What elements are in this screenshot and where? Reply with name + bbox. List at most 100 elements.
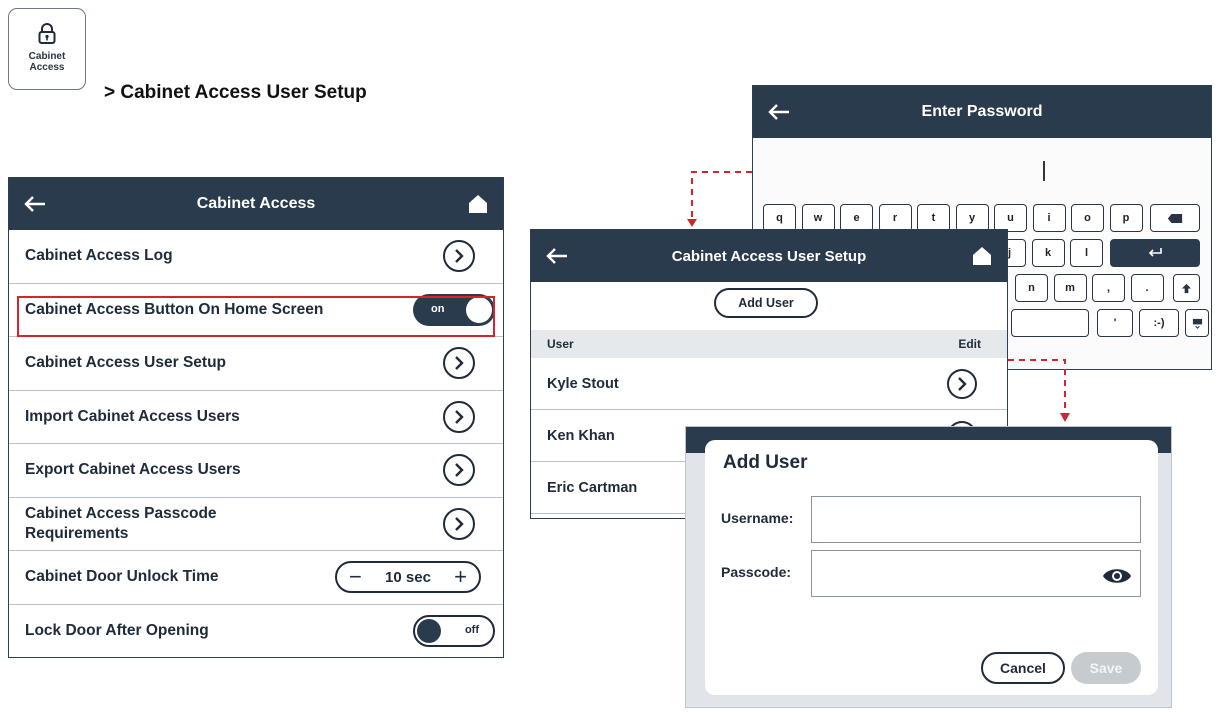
connector-to-user-setup (691, 171, 752, 218)
passcode-label: Passcode: (721, 564, 792, 580)
column-edit: Edit (958, 337, 981, 351)
key-i[interactable]: i (1032, 204, 1066, 232)
chevron-right-icon (958, 376, 967, 391)
username-field[interactable] (811, 496, 1141, 543)
toggle-state-label: off (464, 624, 479, 637)
user-setup-header: Cabinet Access User Setup (531, 230, 1007, 282)
show-passcode-eye-icon[interactable] (1102, 566, 1132, 586)
key-apostrophe[interactable]: ' (1097, 309, 1133, 337)
username-label: Username: (721, 510, 794, 526)
cabinet-access-title: Cabinet Access (196, 195, 316, 212)
key-p[interactable]: p (1109, 204, 1143, 232)
key-n[interactable]: n (1015, 274, 1048, 302)
settings-row-label: Cabinet Access Passcode Requirements (25, 504, 217, 542)
back-arrow-icon[interactable] (767, 103, 791, 121)
column-user: User (547, 337, 574, 351)
toggle-knob (417, 619, 441, 644)
key-y[interactable]: y (955, 204, 989, 232)
key-smiley[interactable]: :-) (1139, 309, 1179, 337)
back-arrow-icon[interactable] (23, 195, 47, 213)
user-table-header: User Edit (531, 330, 1007, 358)
toggle-switch[interactable]: on (413, 293, 495, 326)
settings-row-label: Cabinet Access Button On Home Screen (25, 300, 324, 318)
unlock-time-stepper[interactable]: − 10 sec + (335, 561, 481, 594)
home-icon[interactable] (467, 193, 489, 215)
add-user-dialog-screen: Add User Username: Passcode: Cancel Save (685, 426, 1172, 708)
breadcrumb: > Cabinet Access User Setup (104, 82, 367, 103)
text-cursor (1043, 161, 1045, 181)
add-user-button[interactable]: Add User (714, 288, 818, 318)
shift-key[interactable] (1173, 274, 1200, 302)
settings-row-label: Export Cabinet Access Users (25, 461, 241, 479)
chevron-right-button[interactable] (443, 240, 475, 273)
minus-icon[interactable]: − (349, 566, 362, 588)
back-arrow-icon[interactable] (545, 247, 569, 265)
keyboard-hide-icon (1192, 318, 1202, 329)
chevron-right-icon (455, 356, 464, 371)
user-row[interactable]: Kyle Stout (531, 358, 1007, 410)
chevron-right-icon (455, 463, 464, 478)
enter-icon (1148, 248, 1162, 257)
backspace-key[interactable] (1150, 204, 1200, 232)
key-m[interactable]: m (1053, 274, 1087, 302)
settings-row[interactable]: Cabinet Access Log (9, 230, 503, 284)
settings-row[interactable]: Cabinet Access Passcode Requirements (9, 498, 503, 551)
key-o[interactable]: o (1071, 204, 1104, 232)
key-comma[interactable]: , (1092, 274, 1125, 302)
key-u[interactable]: u (994, 204, 1027, 232)
settings-row-label: Cabinet Door Unlock Time (25, 568, 219, 586)
settings-row[interactable]: Import Cabinet Access Users (9, 391, 503, 444)
settings-row[interactable]: Lock Door After Opening off (9, 605, 503, 658)
settings-row-label: Cabinet Access Log (25, 247, 173, 265)
dialog-title: Add User (723, 452, 808, 473)
app-icon-label: Cabinet Access (28, 51, 66, 73)
key-t[interactable]: t (917, 204, 950, 232)
chevron-right-icon (455, 516, 464, 531)
settings-row-label: Import Cabinet Access Users (25, 407, 240, 425)
settings-list: Cabinet Access Log Cabinet Access Button … (9, 230, 503, 658)
toggle-state-label: on (431, 302, 445, 315)
cabinet-access-screen: Cabinet Access Cabinet Access Log Cabinet… (8, 177, 504, 658)
chevron-right-button[interactable] (443, 454, 475, 487)
toggle-switch[interactable]: off (413, 615, 495, 648)
key-w[interactable]: w (801, 204, 835, 232)
chevron-right-button[interactable] (947, 368, 977, 399)
home-icon[interactable] (971, 245, 993, 267)
enter-password-header: Enter Password (753, 86, 1211, 138)
user-name: Kyle Stout (547, 375, 619, 392)
key-period[interactable]: . (1130, 274, 1164, 302)
chevron-right-icon (455, 409, 464, 424)
cabinet-access-app-icon: Cabinet Access (8, 8, 86, 90)
lock-icon (38, 23, 56, 44)
chevron-right-icon (455, 249, 464, 264)
settings-row[interactable]: Cabinet Door Unlock Time − 10 sec + (9, 551, 503, 605)
toggle-knob (466, 296, 492, 323)
settings-row-label: Lock Door After Opening (25, 622, 209, 640)
arrowhead-down-icon (1060, 413, 1070, 422)
cabinet-access-header: Cabinet Access (9, 178, 503, 230)
settings-row[interactable]: Cabinet Access User Setup (9, 337, 503, 391)
save-button[interactable]: Save (1071, 652, 1141, 684)
chevron-right-button[interactable] (443, 400, 475, 433)
arrowhead-down-icon (687, 219, 697, 227)
keyboard-hide-key[interactable] (1185, 309, 1209, 337)
user-name: Ken Khan (547, 427, 615, 444)
chevron-right-button[interactable] (443, 347, 475, 380)
key-e[interactable]: e (840, 204, 873, 232)
chevron-right-button[interactable] (443, 507, 475, 540)
enter-password-title: Enter Password (921, 103, 1043, 120)
backspace-icon (1167, 213, 1183, 223)
plus-icon[interactable]: + (454, 566, 467, 588)
settings-row[interactable]: Export Cabinet Access Users (9, 444, 503, 498)
key-k[interactable]: k (1031, 239, 1065, 267)
key-q[interactable]: q (763, 204, 796, 232)
enter-key[interactable] (1110, 239, 1200, 267)
space-key[interactable] (1011, 309, 1089, 337)
shift-arrow-up-icon (1181, 283, 1192, 293)
key-r[interactable]: r (878, 204, 912, 232)
user-setup-title: Cabinet Access User Setup (671, 247, 867, 265)
key-l[interactable]: l (1070, 239, 1103, 267)
cancel-button[interactable]: Cancel (981, 652, 1065, 684)
settings-row[interactable]: Cabinet Access Button On Home Screen on (9, 284, 503, 337)
passcode-field[interactable] (811, 550, 1141, 597)
